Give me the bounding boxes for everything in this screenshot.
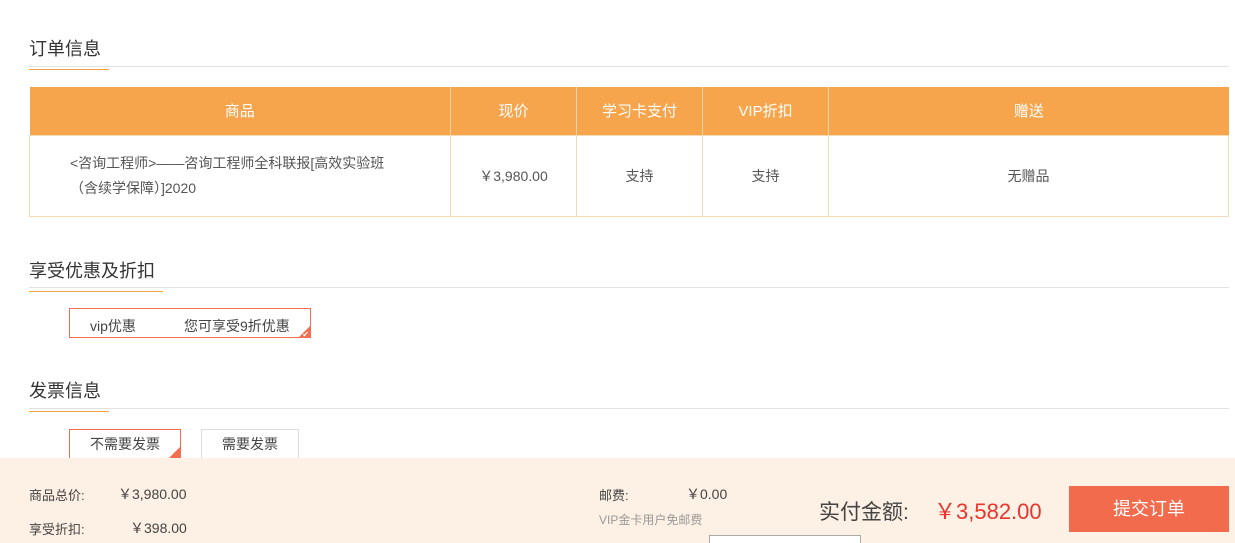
product-cell[interactable]: <咨询工程师>——咨询工程师全科联报[高效实验班（含续学保障）]2020 (29, 134, 451, 217)
shipping-label: 邮费: (599, 488, 629, 503)
no-invoice-label: 不需要发票 (90, 436, 160, 452)
table-header-row: 商品 现价 学习卡支付 VIP折扣 赠送 (29, 87, 1229, 135)
vip-cell: 支持 (702, 134, 829, 217)
discount-label: 享受折扣: (29, 522, 85, 537)
price-cell: ￥3,980.00 (450, 134, 577, 217)
clipped-popup (709, 535, 861, 543)
gift-cell: 无赠品 (828, 134, 1229, 217)
vip-discount-option[interactable]: vip优惠 您可享受9折优惠 ✔ (69, 308, 311, 339)
shipping-value: ￥0.00 (686, 486, 728, 502)
vip-discount-name: vip优惠 (90, 318, 136, 334)
total-value: ￥3,980.00 (118, 486, 187, 502)
order-info-title: 订单信息 (29, 35, 109, 70)
section-divider (29, 408, 1229, 409)
pay-amount-value: ￥3,582.00 (934, 499, 1042, 524)
checkmark-icon: ✔ (302, 330, 309, 339)
title-underline (29, 69, 109, 70)
need-invoice-label: 需要发票 (222, 436, 278, 452)
section-divider (29, 287, 1229, 288)
checkmark-icon: ✔ (172, 441, 179, 450)
col-header-card-pay: 学习卡支付 (576, 87, 703, 135)
need-invoice-option[interactable]: 需要发票 (201, 429, 299, 459)
col-header-price: 现价 (450, 87, 577, 135)
col-header-vip: VIP折扣 (702, 87, 829, 135)
discount-title-text: 享受优惠及折扣 (29, 261, 155, 281)
card-pay-cell: 支持 (576, 134, 703, 217)
shipping-note: VIP金卡用户免邮费 (599, 513, 703, 527)
order-table: 商品 现价 学习卡支付 VIP折扣 赠送 <咨询工程师>——咨询工程师全科联报[… (29, 87, 1229, 217)
no-invoice-option[interactable]: 不需要发票 ✔ (69, 429, 181, 459)
pay-amount-label: 实付金额: (819, 501, 909, 524)
invoice-title-text: 发票信息 (29, 381, 101, 401)
total-label: 商品总价: (29, 488, 85, 503)
table-row: <咨询工程师>——咨询工程师全科联报[高效实验班（含续学保障）]2020 ￥3,… (29, 134, 1229, 217)
vip-discount-desc: 您可享受9折优惠 (184, 318, 290, 334)
section-divider (29, 66, 1229, 67)
invoice-title: 发票信息 (29, 377, 109, 412)
order-summary-bar: 商品总价: ￥3,980.00 享受折扣: ￥398.00 邮费: ￥0.00 … (0, 458, 1235, 543)
col-header-gift: 赠送 (828, 87, 1229, 135)
title-underline (29, 291, 163, 292)
discount-value: ￥398.00 (130, 520, 187, 536)
title-underline (29, 411, 109, 412)
col-header-product: 商品 (29, 87, 451, 135)
order-info-title-text: 订单信息 (29, 39, 101, 59)
discount-title: 享受优惠及折扣 (29, 257, 163, 292)
submit-order-button[interactable]: 提交订单 (1069, 486, 1229, 532)
